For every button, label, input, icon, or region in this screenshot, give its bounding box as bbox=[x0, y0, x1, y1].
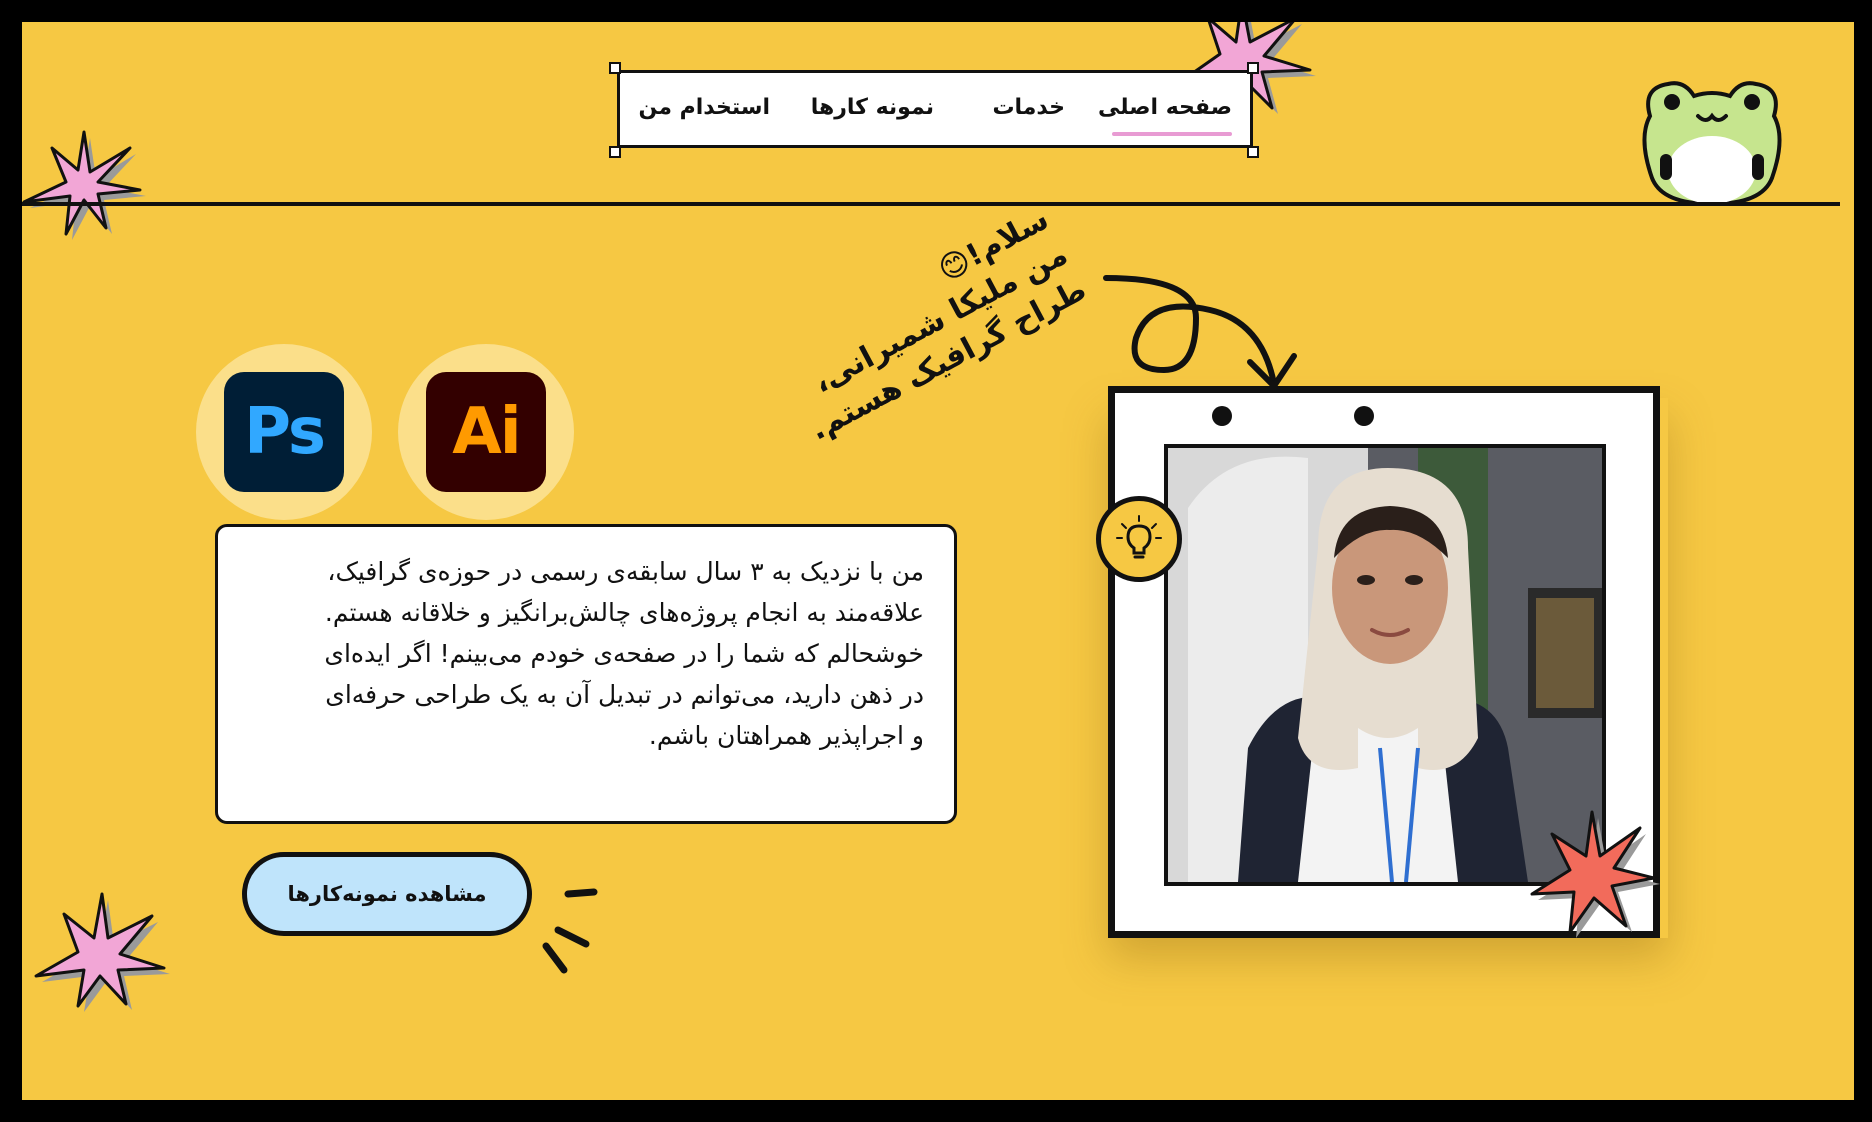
header-divider bbox=[22, 202, 1840, 206]
curly-arrow-icon bbox=[1103, 275, 1297, 389]
nav-item-home[interactable]: صفحه اصلی bbox=[1098, 95, 1232, 120]
frame-pin-dot bbox=[1212, 406, 1232, 426]
selection-handle bbox=[609, 62, 621, 74]
about-card: من با نزدیک به ۳ سال سابقه‌ی رسمی در حوز… bbox=[215, 524, 957, 824]
greeting-heading: سلام!😊 من ملیکا شمیرانی، طراح گرافیک هست… bbox=[755, 200, 1094, 456]
nav-item-hire-me[interactable]: استخدام من bbox=[639, 95, 770, 120]
selection-handle bbox=[609, 146, 621, 158]
photoshop-icon: Ps bbox=[224, 372, 344, 492]
about-text-line: علاقه‌مند به انجام پروژه‌های چالش‌برانگی… bbox=[324, 598, 924, 627]
sparkle-lines-icon bbox=[542, 888, 598, 974]
selection-handle bbox=[1247, 62, 1259, 74]
frame-pin-dot bbox=[1354, 406, 1374, 426]
main-canvas: صفحه اصلی خدمات نمونه کارها استخدام من س… bbox=[22, 22, 1854, 1100]
photoshop-badge: Ps bbox=[196, 344, 372, 520]
sparkle-star-icon bbox=[1530, 810, 1660, 938]
illustrator-badge: Ai bbox=[398, 344, 574, 520]
sparkle-star-icon bbox=[34, 892, 170, 1012]
frog-mascot-icon bbox=[1642, 81, 1782, 207]
page-root: صفحه اصلی خدمات نمونه کارها استخدام من س… bbox=[0, 0, 1872, 1122]
lightbulb-icon bbox=[1116, 515, 1162, 559]
active-nav-indicator bbox=[1112, 132, 1232, 136]
main-nav: صفحه اصلی خدمات نمونه کارها استخدام من bbox=[617, 70, 1253, 148]
lightbulb-badge bbox=[1096, 496, 1182, 582]
view-portfolio-button[interactable]: مشاهده نمونه‌کارها bbox=[242, 852, 532, 936]
about-text-line: و اجراپذیر همراهتان باشم. bbox=[648, 721, 924, 750]
selection-handle bbox=[1247, 146, 1259, 158]
nav-item-services[interactable]: خدمات bbox=[992, 95, 1065, 120]
view-portfolio-label: مشاهده نمونه‌کارها bbox=[287, 882, 487, 906]
about-text-line: در ذهن دارید، می‌توانم در تبدیل آن به یک… bbox=[325, 680, 924, 709]
nav-item-portfolio[interactable]: نمونه کارها bbox=[811, 95, 934, 120]
sparkle-star-icon bbox=[22, 130, 146, 240]
illustrator-icon: Ai bbox=[426, 372, 546, 492]
about-text-line: خوشحالم که شما را در صفحه‌ی خودم می‌بینم… bbox=[324, 639, 924, 668]
about-text-line: من با نزدیک به ۳ سال سابقه‌ی رسمی در حوز… bbox=[327, 557, 924, 586]
